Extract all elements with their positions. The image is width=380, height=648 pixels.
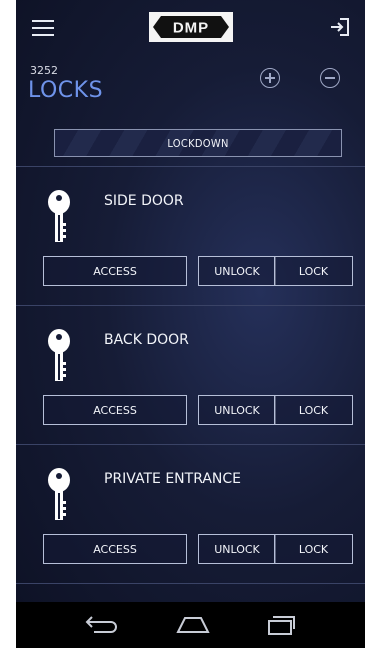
list-item: BACK DOOR ACCESS UNLOCK LOCK	[16, 306, 365, 443]
back-icon[interactable]	[84, 614, 118, 636]
top-bar: DMP	[16, 0, 365, 58]
account-number: 3252	[30, 64, 58, 77]
minus-circle-icon[interactable]	[320, 68, 340, 88]
access-button[interactable]: ACCESS	[43, 256, 187, 286]
page-title: LOCKS	[28, 78, 104, 103]
unlock-button[interactable]: UNLOCK	[198, 395, 276, 425]
list-item: SIDE DOOR ACCESS UNLOCK LOCK	[16, 167, 365, 304]
lock-button[interactable]: LOCK	[274, 395, 353, 425]
lock-button[interactable]: LOCK	[274, 534, 353, 564]
lock-name: SIDE DOOR	[104, 193, 184, 209]
android-nav-bar	[16, 602, 365, 648]
lock-name: PRIVATE ENTRANCE	[104, 471, 242, 487]
divider	[16, 583, 365, 584]
unlock-button[interactable]: UNLOCK	[198, 256, 276, 286]
list-item: PRIVATE ENTRANCE ACCESS UNLOCK LOCK	[16, 445, 365, 582]
logout-icon[interactable]	[329, 16, 351, 38]
recents-icon[interactable]	[266, 614, 296, 636]
key-icon	[46, 467, 76, 523]
lock-button[interactable]: LOCK	[274, 256, 353, 286]
lockdown-label: LOCKDOWN	[167, 136, 229, 150]
home-icon[interactable]	[175, 614, 211, 636]
hamburger-menu-icon[interactable]	[32, 20, 54, 36]
access-button[interactable]: ACCESS	[43, 534, 187, 564]
app-screen: DMP 3252 LOCKS LOCKDOWN SIDE DOOR ACCESS…	[16, 0, 365, 648]
access-button[interactable]: ACCESS	[43, 395, 187, 425]
key-icon	[46, 328, 76, 384]
svg-text:DMP: DMP	[173, 20, 209, 37]
plus-circle-icon[interactable]	[260, 68, 280, 88]
lockdown-button[interactable]: LOCKDOWN	[54, 129, 342, 157]
key-icon	[46, 189, 76, 245]
unlock-button[interactable]: UNLOCK	[198, 534, 276, 564]
dmp-logo: DMP	[149, 12, 233, 42]
lock-name: BACK DOOR	[104, 332, 189, 348]
